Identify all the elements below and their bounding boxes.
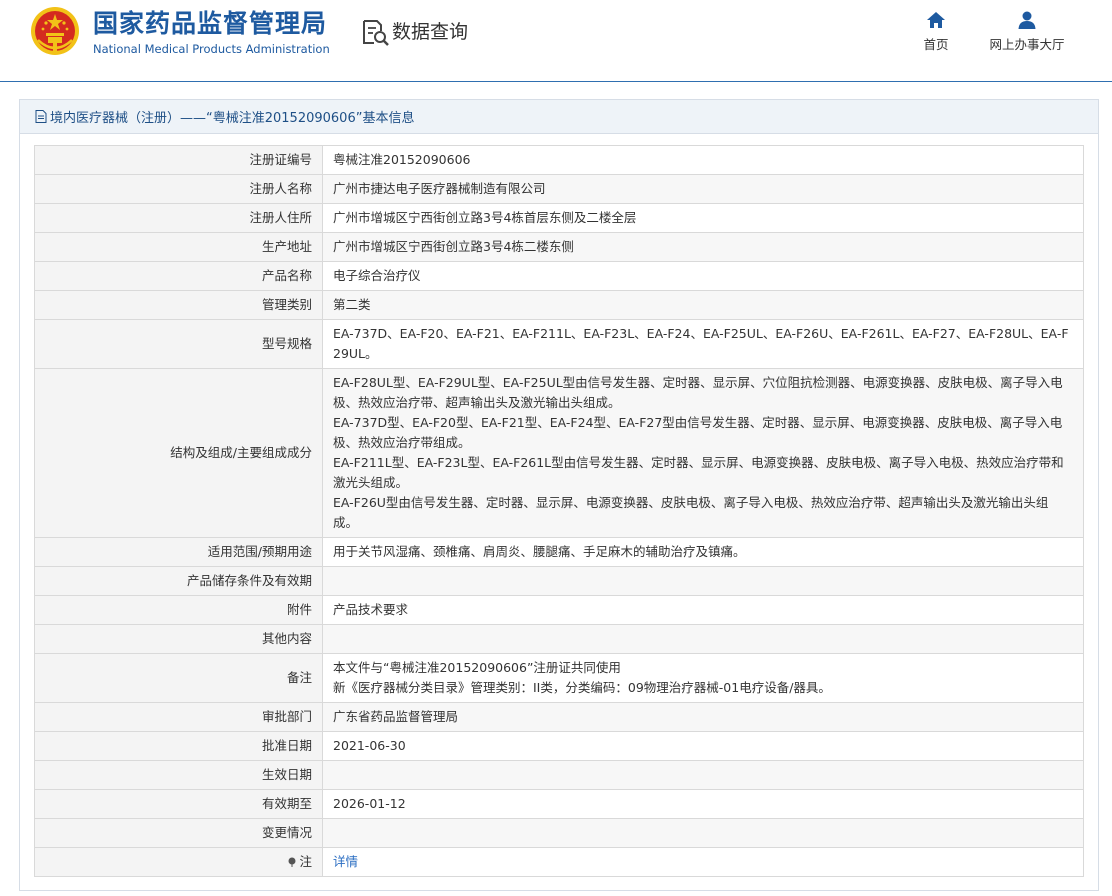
row-value: 广东省药品监督管理局 (322, 702, 1084, 732)
detail-panel: 境内医疗器械（注册）——“粤械注准20152090606”基本信息 注册证编号 … (19, 99, 1099, 891)
row-value (322, 818, 1084, 848)
row-value-line: EA-F26U型由信号发生器、定时器、显示屏、电源变换器、皮肤电极、离子导入电极… (333, 495, 1049, 530)
data-query-label: 数据查询 (392, 21, 469, 43)
info-table: 注册证编号 粤械注准20152090606 注册人名称 广州市捷达电子医疗器械制… (34, 145, 1084, 877)
row-label: 审批部门 (34, 702, 323, 732)
row-label: 其他内容 (34, 624, 323, 654)
row-value-line: EA-F28UL型、EA-F29UL型、EA-F25UL型由信号发生器、定时器、… (333, 375, 1063, 410)
table-row: 管理类别 第二类 (34, 290, 1084, 320)
row-label: 结构及组成/主要组成成分 (34, 368, 323, 538)
row-value: 2026-01-12 (322, 789, 1084, 819)
table-row: 其他内容 (34, 624, 1084, 654)
row-label: 产品储存条件及有效期 (34, 566, 323, 596)
table-row: 产品储存条件及有效期 (34, 566, 1084, 596)
table-row: 结构及组成/主要组成成分 EA-F28UL型、EA-F29UL型、EA-F25U… (34, 368, 1084, 538)
table-row: 注册证编号 粤械注准20152090606 (34, 145, 1084, 175)
details-link[interactable]: 详情 (333, 854, 358, 869)
table-row: 生效日期 (34, 760, 1084, 790)
row-label: 备注 (34, 653, 323, 703)
row-value: 广州市增城区宁西街创立路3号4栋首层东侧及二楼全层 (322, 203, 1084, 233)
row-label: 批准日期 (34, 731, 323, 761)
site-name-cn: 国家药品监督管理局 (93, 9, 328, 38)
row-label: 生产地址 (34, 232, 323, 262)
document-icon (35, 110, 47, 123)
row-label: 注册证编号 (34, 145, 323, 175)
row-value: 电子综合治疗仪 (322, 261, 1084, 291)
row-value-line: EA-F211L型、EA-F23L型、EA-F261L型由信号发生器、定时器、显… (333, 455, 1064, 490)
table-row: 有效期至 2026-01-12 (34, 789, 1084, 819)
row-value: 详情 (322, 847, 1084, 877)
row-label: 注 (34, 847, 323, 877)
table-row: 生产地址 广州市增城区宁西街创立路3号4栋二楼东侧 (34, 232, 1084, 262)
data-query-section: 数据查询 (360, 16, 468, 48)
row-value-line: EA-737D型、EA-F20型、EA-F21型、EA-F24型、EA-F27型… (333, 415, 1063, 450)
row-value: 广州市增城区宁西街创立路3号4栋二楼东侧 (322, 232, 1084, 262)
row-label: 变更情况 (34, 818, 323, 848)
row-label: 适用范围/预期用途 (34, 537, 323, 567)
row-value (322, 624, 1084, 654)
row-value: 本文件与“粤械注准20152090606”注册证共同使用 新《医疗器械分类目录》… (322, 653, 1084, 703)
table-row: 注 详情 (34, 847, 1084, 877)
nav-home[interactable]: 首页 (918, 10, 954, 52)
nav-online-service-hall[interactable]: 网上办事大厅 (982, 10, 1072, 52)
row-label: 生效日期 (34, 760, 323, 790)
row-label: 型号规格 (34, 319, 323, 369)
table-row: 适用范围/预期用途 用于关节风湿痛、颈椎痛、肩周炎、腰腿痛、手足麻木的辅助治疗及… (34, 537, 1084, 567)
row-value (322, 566, 1084, 596)
user-icon (1018, 11, 1036, 29)
table-row: 附件 产品技术要求 (34, 595, 1084, 625)
row-label: 附件 (34, 595, 323, 625)
pin-icon (288, 857, 296, 867)
row-value: 产品技术要求 (322, 595, 1084, 625)
row-label: 注册人住所 (34, 203, 323, 233)
table-row: 批准日期 2021-06-30 (34, 731, 1084, 761)
home-icon (927, 12, 945, 28)
table-row: 备注 本文件与“粤械注准20152090606”注册证共同使用 新《医疗器械分类… (34, 653, 1084, 703)
row-value: 粤械注准20152090606 (322, 145, 1084, 175)
row-value-line: 新《医疗器械分类目录》管理类别：II类，分类编码：09物理治疗器械-01电疗设备… (333, 680, 831, 695)
table-row: 注册人名称 广州市捷达电子医疗器械制造有限公司 (34, 174, 1084, 204)
row-label: 产品名称 (34, 261, 323, 291)
table-row: 注册人住所 广州市增城区宁西街创立路3号4栋首层东侧及二楼全层 (34, 203, 1084, 233)
row-label: 有效期至 (34, 789, 323, 819)
table-row: 审批部门 广东省药品监督管理局 (34, 702, 1084, 732)
national-emblem-icon (31, 7, 79, 55)
site-name-en: National Medical Products Administration (93, 42, 330, 56)
site-header: 国家药品监督管理局 National Medical Products Admi… (0, 0, 1112, 82)
row-value: 2021-06-30 (322, 731, 1084, 761)
note-label: 注 (299, 854, 312, 869)
table-row: 型号规格 EA-737D、EA-F20、EA-F21、EA-F211L、EA-F… (34, 319, 1084, 369)
nav-online-service-hall-label: 网上办事大厅 (989, 37, 1065, 52)
row-value-line: 本文件与“粤械注准20152090606”注册证共同使用 (333, 660, 621, 675)
nav-home-label: 首页 (923, 37, 949, 52)
row-value: EA-737D、EA-F20、EA-F21、EA-F211L、EA-F23L、E… (322, 319, 1084, 369)
row-label: 管理类别 (34, 290, 323, 320)
panel-title: 境内医疗器械（注册）——“粤械注准20152090606”基本信息 (50, 111, 415, 126)
row-value: 第二类 (322, 290, 1084, 320)
panel-title-bar: 境内医疗器械（注册）——“粤械注准20152090606”基本信息 (20, 100, 1098, 134)
table-row: 产品名称 电子综合治疗仪 (34, 261, 1084, 291)
row-value: 广州市捷达电子医疗器械制造有限公司 (322, 174, 1084, 204)
row-value: EA-F28UL型、EA-F29UL型、EA-F25UL型由信号发生器、定时器、… (322, 368, 1084, 538)
row-label: 注册人名称 (34, 174, 323, 204)
document-search-icon (363, 20, 389, 46)
row-value: 用于关节风湿痛、颈椎痛、肩周炎、腰腿痛、手足麻木的辅助治疗及镇痛。 (322, 537, 1084, 567)
table-row: 变更情况 (34, 818, 1084, 848)
row-value (322, 760, 1084, 790)
